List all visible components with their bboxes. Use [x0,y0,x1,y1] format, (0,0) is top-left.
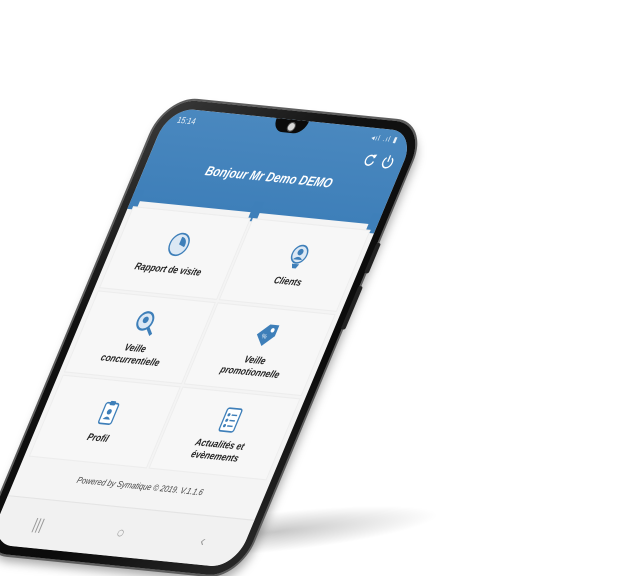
menu-label: Veille concurrentielle [99,341,162,368]
search-icon [136,310,155,336]
recent-apps-button[interactable]: ||| [22,514,56,534]
refresh-button[interactable] [360,152,379,168]
menu-label: Profil [85,431,111,445]
tag-icon: % [256,323,280,346]
menu-grid: Rapport de visite Clients Veille concurr… [30,207,370,480]
report-icon [167,232,190,257]
checklist-icon [218,406,243,433]
front-camera [284,121,297,133]
menu-label: Rapport de visite [133,260,204,278]
device-scene: 15:14 ◂ıl .ıl ▮ Bonjour Mr Demo DEMO Rap… [0,0,617,576]
profile-icon [97,400,119,425]
greeting-title: Bonjour Mr Demo DEMO [202,163,336,191]
status-time: 15:14 [175,115,198,127]
app-screen: 15:14 ◂ıl .ıl ▮ Bonjour Mr Demo DEMO Rap… [0,107,417,569]
menu-label: Veille promotionnelle [218,353,282,380]
menu-label: Actualités et évènements [189,435,247,464]
power-icon [381,155,394,169]
status-icons: ◂ıl .ıl ▮ [369,134,400,145]
home-button[interactable]: ○ [104,522,138,542]
client-icon [290,244,309,269]
menu-label: Clients [272,274,304,288]
refresh-icon [364,154,378,166]
camera-notch [271,118,310,135]
back-button[interactable]: ‹ [186,530,220,550]
logout-button[interactable] [378,154,397,170]
